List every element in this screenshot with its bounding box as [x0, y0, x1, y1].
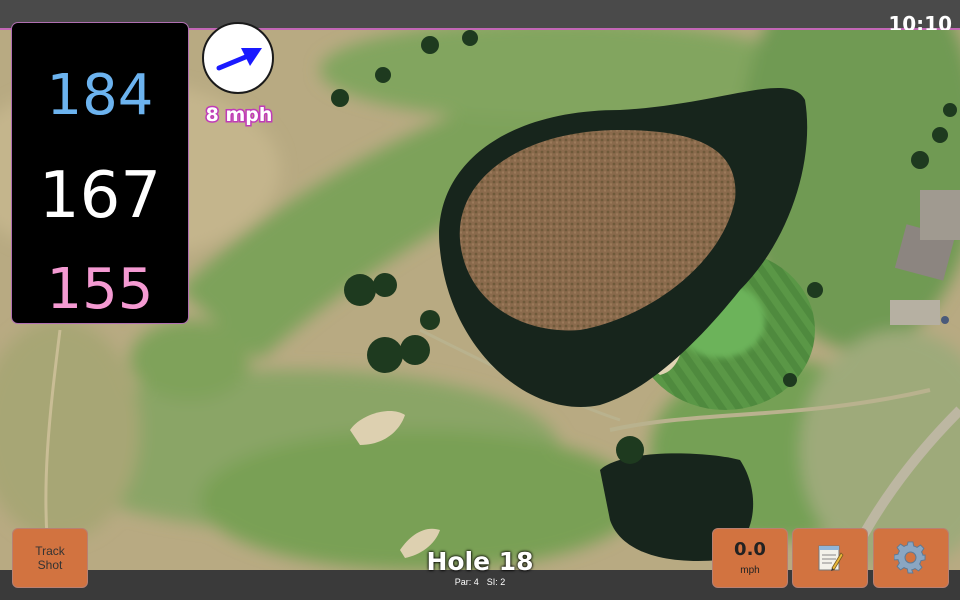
- notes-button[interactable]: [792, 528, 868, 588]
- track-shot-button[interactable]: Track Shot: [12, 528, 88, 588]
- middle-distance: 167: [38, 159, 162, 233]
- speed-unit: mph: [740, 565, 760, 576]
- hole-meta: Par: 4 SI: 2: [380, 577, 580, 587]
- wind-indicator[interactable]: [202, 22, 274, 94]
- hole-stroke-index: SI: 2: [486, 577, 506, 587]
- back-distance: 184: [46, 63, 154, 128]
- track-shot-label-line2: Shot: [37, 558, 63, 572]
- track-shot-label-line1: Track: [35, 544, 65, 558]
- wind-speed-label: 8 mph: [204, 103, 274, 128]
- hole-par: Par: 4: [454, 577, 479, 587]
- speed-value: 0.0: [734, 539, 766, 560]
- speed-button[interactable]: 0.0 mph: [712, 528, 788, 588]
- settings-button[interactable]: [873, 528, 949, 588]
- distance-panel[interactable]: 184 167 155: [11, 22, 189, 324]
- notepad-icon: [818, 545, 844, 571]
- front-distance: 155: [46, 257, 154, 322]
- arrow-icon: [216, 48, 262, 71]
- hole-title: Hole 18: [426, 547, 534, 576]
- gear-icon: [894, 541, 926, 574]
